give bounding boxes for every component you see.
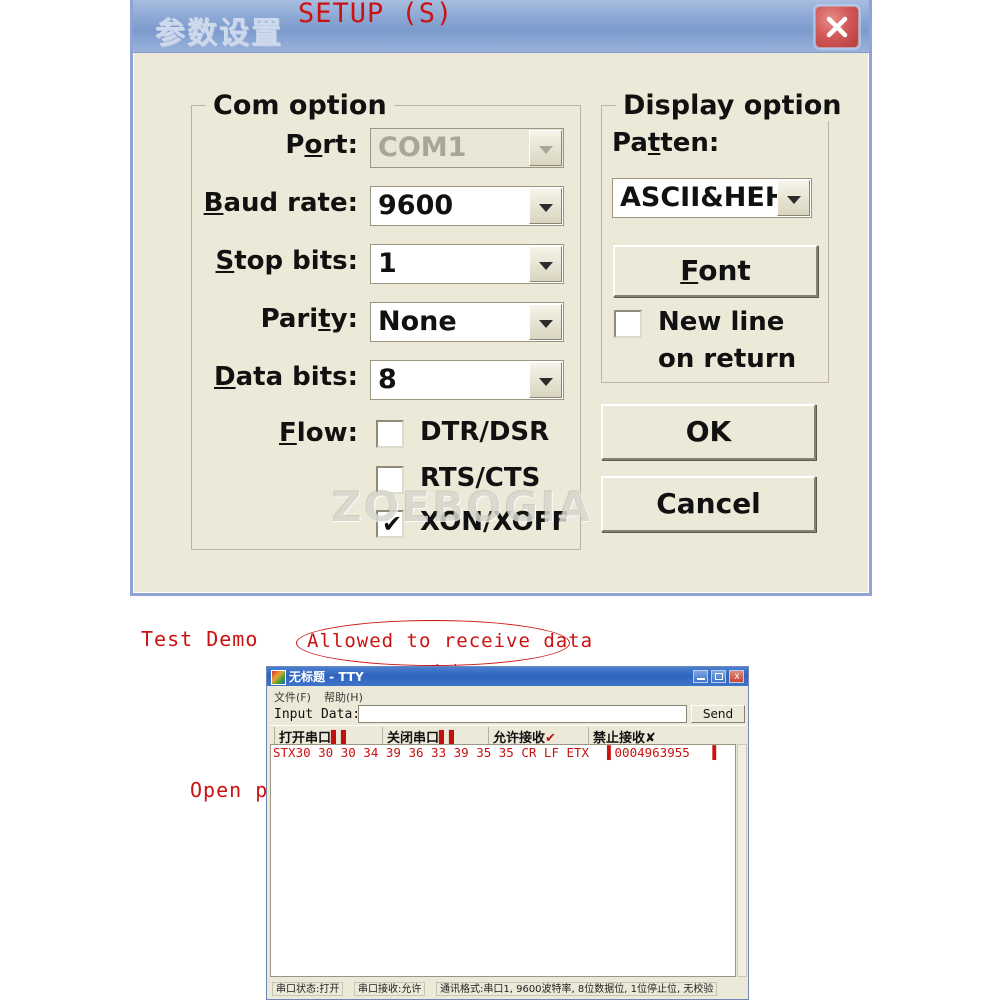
checkbox-label: RTS/CTS <box>420 463 541 493</box>
baud-rate-label: Baud rate: <box>203 188 358 218</box>
patten-combobox[interactable]: ASCII&HEH <box>612 178 812 218</box>
chevron-down-icon[interactable] <box>529 304 562 340</box>
close-icon[interactable] <box>815 6 859 48</box>
close-icon[interactable]: x <box>729 670 744 683</box>
stop-bits-label: Stop bits: <box>215 246 358 276</box>
port-label: Port: <box>285 130 358 160</box>
checkbox-box[interactable] <box>376 420 404 448</box>
menu-item-help[interactable]: 帮助(H) <box>324 689 363 705</box>
checkbox-box[interactable] <box>614 310 642 338</box>
newline-label-line2: on return <box>658 344 797 374</box>
display-option-legend: Display option <box>616 90 849 121</box>
vertical-scrollbar[interactable] <box>737 744 747 977</box>
setup-dialog: 参数设置 Com option Port: COM1 Baud rate: 96… <box>130 0 872 596</box>
tty-menubar: 文件(F) 帮助(H) <box>268 687 747 704</box>
data-bits-value: 8 <box>378 364 397 395</box>
status-port-receive: 串口接收:允许 <box>354 982 426 996</box>
status-comm-format: 通讯格式:串口1, 9600波特率, 8位数据位, 1位停止位, 无校验 <box>436 982 718 996</box>
port-value: COM1 <box>378 132 467 163</box>
input-data-label: Input Data: <box>274 707 361 722</box>
baud-rate-value: 9600 <box>378 190 454 221</box>
ok-button[interactable]: OK <box>601 404 816 460</box>
send-button[interactable]: Send <box>691 705 745 723</box>
toolbar-open-port-button[interactable]: 打开串口▌▌ <box>274 727 355 746</box>
parity-value: None <box>378 306 457 337</box>
tty-toolbar: 打开串口▌▌ 关闭串口▌▌ 允许接收✔ 禁止接收✘ <box>270 725 745 746</box>
checkbox-label: XON/XOFF <box>420 507 570 537</box>
chevron-down-icon[interactable] <box>529 362 562 398</box>
setup-dialog-title: 参数设置 <box>155 16 283 51</box>
minimize-icon[interactable] <box>693 670 708 683</box>
tty-titlebar: 无标题 - TTY x <box>267 667 748 686</box>
maximize-icon[interactable] <box>711 670 726 683</box>
parity-label: Parity: <box>260 304 358 334</box>
field-port: Port: COM1 <box>192 128 580 174</box>
toolbar-close-port-button[interactable]: 关闭串口▌▌ <box>382 727 463 746</box>
tty-window-title: 无标题 - TTY <box>289 670 364 684</box>
chevron-down-icon[interactable] <box>529 188 562 224</box>
terminal-line: STX30 30 30 34 39 36 33 39 35 35 CR LF E… <box>273 745 590 760</box>
com-option-group: Com option Port: COM1 Baud rate: 9600 St… <box>191 90 581 550</box>
annotation-test-demo: Test Demo <box>141 627 259 651</box>
baud-rate-combobox[interactable]: 9600 <box>370 186 564 226</box>
input-data-field[interactable] <box>358 705 687 723</box>
menu-item-file[interactable]: 文件(F) <box>274 689 311 705</box>
toolbar-allow-receive-button[interactable]: 允许接收✔ <box>488 727 560 746</box>
tty-statusbar: 串口状态:打开 串口接收:允许 通讯格式:串口1, 9600波特率, 8位数据位… <box>270 981 745 997</box>
newline-label-line1: New line <box>658 307 785 337</box>
check-icon: ✔ <box>382 510 403 538</box>
checkbox-box[interactable] <box>376 466 404 494</box>
field-data-bits: Data bits: 8 <box>192 360 580 406</box>
display-option-group: Display option Patten: ASCII&HEH New lin… <box>601 90 849 383</box>
com-option-legend: Com option <box>206 90 394 121</box>
cancel-button[interactable]: Cancel <box>601 476 816 532</box>
status-port-state: 串口状态:打开 <box>272 982 344 996</box>
stop-bits-combobox[interactable]: 1 <box>370 244 564 284</box>
parity-combobox[interactable]: None <box>370 302 564 342</box>
patten-label: Patten: <box>612 128 720 158</box>
input-data-row: Input Data: Send <box>270 705 745 725</box>
checkbox-label: DTR/DSR <box>420 417 550 447</box>
toolbar-forbid-receive-button[interactable]: 禁止接收✘ <box>588 727 660 746</box>
field-parity: Parity: None <box>192 302 580 348</box>
font-button[interactable]: Font <box>613 245 818 297</box>
terminal-output[interactable]: STX30 30 30 34 39 36 33 39 35 35 CR LF E… <box>270 744 736 977</box>
setup-titlebar: 参数设置 <box>133 0 869 53</box>
field-stop-bits: Stop bits: 1 <box>192 244 580 290</box>
tty-window: 无标题 - TTY x 文件(F) 帮助(H) Input Data: Send… <box>266 666 749 1000</box>
patten-value: ASCII&HEH <box>620 182 788 213</box>
data-bits-combobox[interactable]: 8 <box>370 360 564 400</box>
stop-bits-value: 1 <box>378 248 397 279</box>
chevron-down-icon[interactable] <box>529 246 562 282</box>
field-baud-rate: Baud rate: 9600 <box>192 186 580 232</box>
data-bits-label: Data bits: <box>214 362 358 392</box>
port-combobox[interactable]: COM1 <box>370 128 564 168</box>
checkbox-box[interactable]: ✔ <box>376 510 404 538</box>
terminal-line-right: ▌0004963955 ▌ <box>607 745 720 760</box>
annotation-allowed-to-receive-data: Allowed to receive data <box>307 630 594 652</box>
chevron-down-icon[interactable] <box>777 180 810 216</box>
app-icon <box>271 670 286 685</box>
chevron-down-icon[interactable] <box>529 130 562 166</box>
flow-label: Flow: <box>279 418 358 448</box>
annotation-setup: SETUP (S) <box>298 0 454 29</box>
